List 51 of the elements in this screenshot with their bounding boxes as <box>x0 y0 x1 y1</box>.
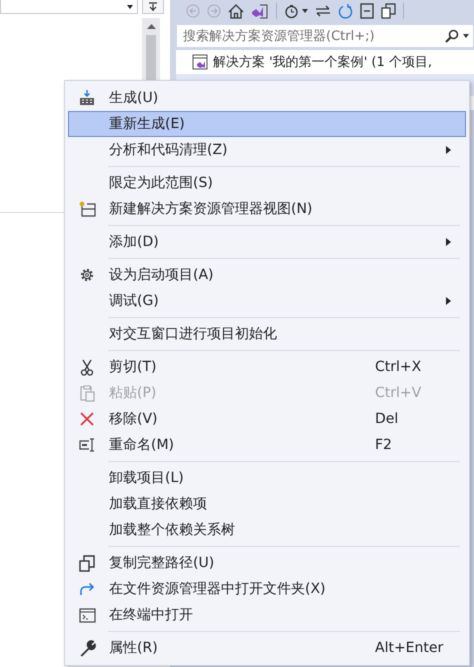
shortcut-text: Ctrl+X <box>375 359 422 375</box>
cut-icon <box>80 358 94 376</box>
arrow-icon <box>148 2 158 12</box>
build-icon <box>79 90 95 106</box>
menu-item[interactable]: 设为启动项目(A) <box>68 262 466 288</box>
wrench-icon <box>78 640 96 656</box>
new-window-icon <box>78 201 96 217</box>
menu-item[interactable]: 重命名(M) F2 <box>68 432 466 458</box>
search-field[interactable]: 搜索解决方案资源管理器(Ctrl+;) <box>176 24 474 48</box>
menu-item[interactable]: 加载直接依赖项 <box>68 491 466 517</box>
copy-icon[interactable] <box>381 3 396 19</box>
menu-item[interactable]: 分析和代码清理(Z) <box>68 137 466 163</box>
menu-item[interactable]: 加载整个依赖关系树 <box>68 517 466 543</box>
close-icon <box>80 412 94 426</box>
copy-icon <box>79 554 95 572</box>
shortcut-text: Alt+Enter <box>375 640 444 656</box>
refresh-icon[interactable] <box>338 3 353 19</box>
menu-item[interactable]: 重新生成(E) <box>68 111 466 137</box>
menu-item[interactable]: 移除(V) Del <box>68 406 466 432</box>
shortcut-text: Ctrl+V <box>375 385 422 401</box>
caret-icon[interactable] <box>302 9 308 13</box>
curved-arrow-icon <box>79 582 95 596</box>
menu-item[interactable]: 对交互窗口进行项目初始化 <box>68 321 466 347</box>
caret-icon[interactable] <box>463 34 469 38</box>
caret-icon <box>127 4 133 8</box>
home-icon[interactable] <box>228 4 244 18</box>
menu-item[interactable]: 在文件资源管理器中打开文件夹(X) <box>68 576 466 602</box>
collapse-icon[interactable] <box>360 3 374 19</box>
document-switch-icon[interactable] <box>251 3 269 19</box>
menu-item[interactable]: 复制完整路径(U) <box>68 550 466 576</box>
shortcut-text: F2 <box>375 437 392 453</box>
sync-icon[interactable] <box>315 4 331 18</box>
menu-item[interactable]: 调试(G) <box>68 288 466 314</box>
paste-icon <box>80 384 94 402</box>
menu-item[interactable]: 新建解决方案资源管理器视图(N) <box>68 196 466 222</box>
solution-icon <box>192 54 208 70</box>
menu-item[interactable]: 卸载项目(L) <box>68 465 466 491</box>
split-button[interactable] <box>142 0 164 14</box>
clock-icon[interactable] <box>284 4 299 18</box>
settings-icon <box>79 267 95 283</box>
shortcut-text: Del <box>375 411 398 427</box>
menu-item[interactable]: 限定为此范围(S) <box>68 170 466 196</box>
menu-item[interactable]: 生成(U) <box>68 85 466 111</box>
scroll-up-icon[interactable] <box>146 24 156 29</box>
menu-item[interactable]: 在终端中打开 <box>68 602 466 628</box>
terminal-icon <box>78 608 96 622</box>
search-icon[interactable] <box>445 29 459 43</box>
rename-icon <box>78 438 96 452</box>
menu-item[interactable]: 添加(D) <box>68 229 466 255</box>
menu-item[interactable]: 剪切(T) Ctrl+X <box>68 354 466 380</box>
menu-item[interactable]: 属性(R) Alt+Enter <box>68 635 466 661</box>
